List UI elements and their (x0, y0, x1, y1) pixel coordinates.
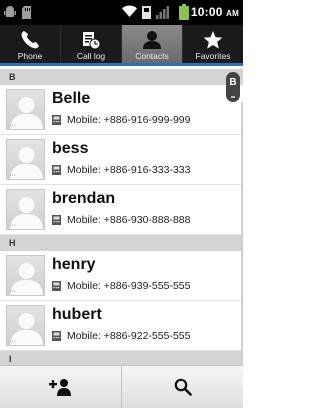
contact-row-henry[interactable]: ··· henry Mobile: +886-939-555-555 (0, 251, 243, 301)
contact-phone: Mobile: +886-916-999-999 (52, 114, 190, 126)
tab-bar: Phone Call log Contacts Favorites (0, 25, 243, 66)
tab-contacts[interactable]: Contacts (122, 25, 183, 63)
data-icon (142, 6, 151, 19)
avatar[interactable]: ··· (6, 139, 45, 180)
contact-phone: Mobile: +886-930-888-888 (52, 214, 190, 226)
add-contact-button[interactable] (0, 366, 122, 408)
contact-row-bess[interactable]: ··· bess Mobile: +886-916-333-333 (0, 135, 243, 185)
battery-icon (179, 4, 189, 20)
android-debug-icon (4, 6, 16, 17)
contact-name: brendan (52, 190, 116, 207)
scrollbar-track[interactable] (241, 102, 243, 364)
bottom-action-bar (0, 365, 243, 408)
mobile-phone-icon (52, 281, 61, 291)
contact-row-hubert[interactable]: ··· hubert Mobile: +886-922-555-555 (0, 301, 243, 351)
contact-name: Belle (52, 90, 91, 107)
fast-scroll-thumb[interactable]: B (226, 72, 240, 102)
sd-card-icon (22, 6, 31, 19)
phone-icon (21, 31, 39, 49)
contacts-list[interactable]: B ··· Belle Mobile: +886-916-999-999 ···… (0, 69, 243, 365)
mobile-phone-icon (52, 115, 61, 125)
tab-label: Favorites (195, 51, 231, 61)
mobile-phone-icon (52, 331, 61, 341)
contacts-icon (143, 31, 161, 49)
contact-phone: Mobile: +886-939-555-555 (52, 280, 190, 292)
section-header-i: I (0, 351, 243, 365)
tab-call-log[interactable]: Call log (61, 25, 122, 63)
avatar[interactable]: ··· (6, 305, 45, 346)
star-icon (203, 31, 223, 49)
add-contact-icon (48, 379, 71, 396)
contact-name: hubert (52, 306, 102, 323)
contact-phone: Mobile: +886-916-333-333 (52, 164, 190, 176)
call-log-icon (83, 32, 101, 50)
contact-name: henry (52, 256, 96, 273)
tab-label: Call log (76, 51, 106, 61)
mobile-phone-icon (52, 215, 61, 225)
mobile-phone-icon (52, 165, 61, 175)
section-header-h: H (0, 235, 243, 251)
status-bar: 10:00 AM (0, 0, 243, 25)
tab-phone[interactable]: Phone (0, 25, 61, 63)
contact-row-brendan[interactable]: ··· brendan Mobile: +886-930-888-888 (0, 185, 243, 235)
contact-phone: Mobile: +886-922-555-555 (52, 330, 190, 342)
signal-icon (156, 6, 169, 19)
avatar[interactable]: ··· (6, 255, 45, 296)
tab-label: Contacts (135, 51, 169, 61)
contact-name: bess (52, 140, 89, 157)
avatar[interactable]: ··· (6, 89, 45, 130)
search-icon (174, 378, 192, 396)
avatar[interactable]: ··· (6, 189, 45, 230)
wifi-icon (122, 5, 137, 17)
contact-row-belle[interactable]: ··· Belle Mobile: +886-916-999-999 (0, 85, 243, 135)
tab-label: Phone (17, 51, 43, 61)
search-button[interactable] (122, 366, 243, 408)
clock: 10:00 AM (190, 5, 239, 19)
tab-favorites[interactable]: Favorites (183, 25, 243, 63)
section-header-b: B (0, 69, 243, 85)
